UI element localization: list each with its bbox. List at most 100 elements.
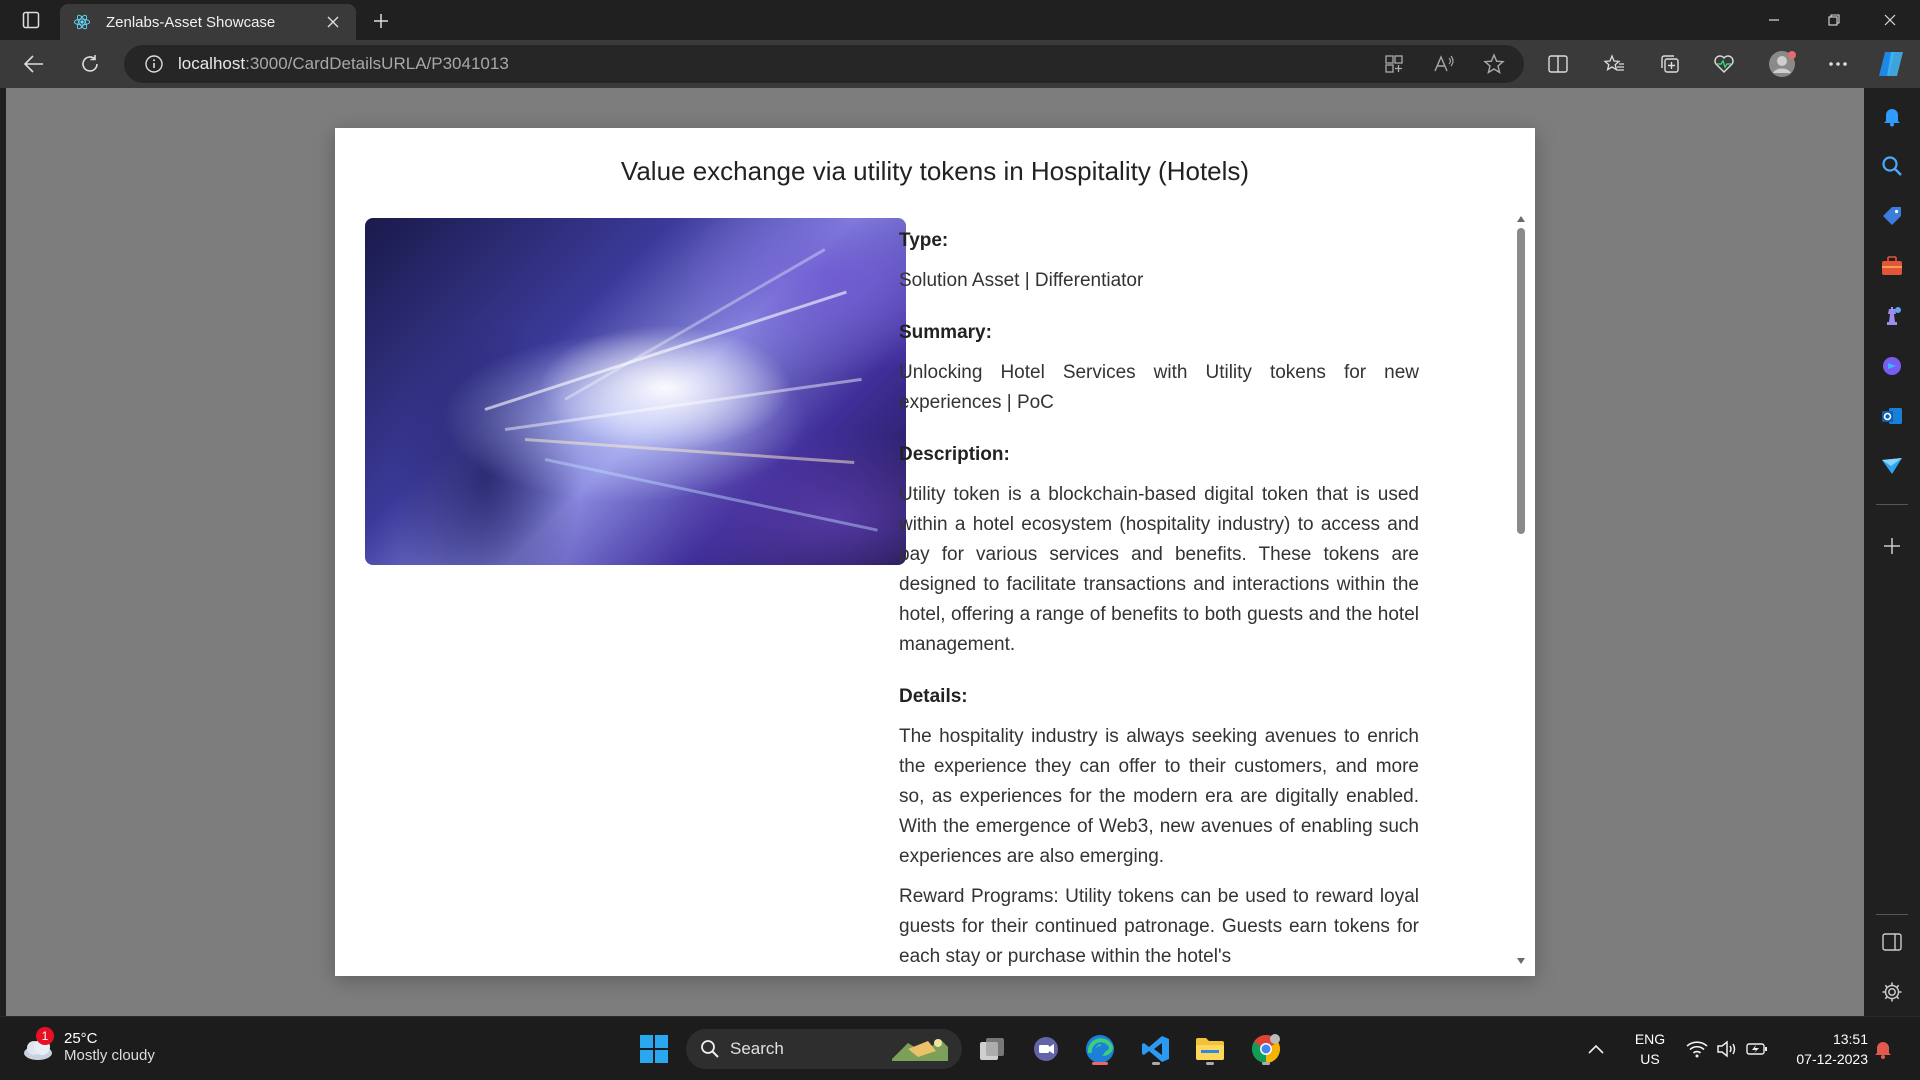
refresh-button[interactable] [72,46,108,82]
favorites-icon [1603,54,1624,71]
sidebar-divider [1876,504,1908,505]
weather-condition: Mostly cloudy [64,1047,155,1064]
notification-bell-icon[interactable] [1874,1017,1892,1080]
tab-actions-button[interactable] [14,8,48,32]
task-view-button[interactable] [972,1029,1012,1069]
chrome-taskbar-button[interactable] [1246,1029,1286,1069]
close-window-button[interactable] [1862,0,1918,40]
wifi-icon[interactable] [1686,1017,1708,1080]
battery-icon[interactable] [1746,1017,1768,1080]
hide-sidebar-button[interactable] [1874,924,1910,960]
chevron-up-icon [1588,1044,1604,1054]
browser-toolbar: localhost:3000/CardDetailsURLA/P3041013 [0,40,1920,88]
favorite-star-icon[interactable] [1480,51,1508,77]
weather-temperature: 25°C [64,1030,98,1047]
task-view-icon [980,1038,1004,1060]
refresh-icon [82,55,98,72]
edge-sidebar [1864,88,1920,1016]
copilot-designer-icon[interactable] [1874,348,1910,384]
avatar-icon [1769,51,1796,77]
close-tab-icon[interactable] [322,11,344,33]
folder-icon [1196,1038,1224,1060]
teams-chat-button[interactable] [1026,1029,1066,1069]
site-info-icon[interactable] [144,54,164,74]
send-drop-icon[interactable] [1874,448,1910,484]
close-window-icon [1884,14,1896,26]
tools-briefcase-icon[interactable] [1874,248,1910,284]
notifications-bell-icon[interactable] [1874,98,1910,134]
weather-icon: 1 [20,1027,56,1065]
address-bar[interactable]: localhost:3000/CardDetailsURLA/P3041013 [124,45,1524,83]
vscode-icon [1142,1036,1169,1062]
description-label: Description: [899,444,1010,465]
read-aloud-icon[interactable] [1430,51,1458,77]
collections-button[interactable] [1652,46,1688,82]
plus-icon [374,14,388,28]
details-content[interactable]: Type: Solution Asset | Differentiator Su… [899,218,1419,976]
summary-text: Unlocking Hotel Services with Utility to… [899,362,1419,413]
minimize-button[interactable] [1746,0,1802,40]
weather-badge: 1 [36,1027,54,1045]
favorites-button[interactable] [1596,46,1632,82]
url-text: localhost:3000/CardDetailsURLA/P3041013 [178,54,509,73]
vscode-taskbar-button[interactable] [1136,1029,1176,1069]
edge-icon [1086,1035,1114,1063]
collections-icon [1661,55,1679,73]
edge-taskbar-button[interactable] [1080,1029,1120,1069]
search-label: Search [730,1039,784,1058]
hero-image [365,218,906,565]
new-tab-button[interactable] [366,6,396,36]
scroll-thumb[interactable] [1517,228,1525,534]
outlook-icon[interactable] [1874,398,1910,434]
language-indicator[interactable]: ENG US [1628,1029,1672,1069]
profile-button[interactable] [1764,46,1800,82]
back-arrow-icon [24,55,43,73]
language-code: ENG [1634,1031,1666,1047]
shopping-tag-icon[interactable] [1874,198,1910,234]
clock-time: 13:51 [1832,1031,1868,1047]
sidebar-panel-icon [1882,933,1902,951]
summary-label: Summary: [899,322,992,343]
back-button[interactable] [16,46,52,82]
app-available-icon[interactable] [1380,51,1408,77]
sidebar-settings-button[interactable] [1874,974,1910,1010]
copilot-button[interactable] [1874,46,1910,82]
description-text: Utility token is a blockchain-based digi… [899,484,1419,655]
plus-icon [1884,538,1900,554]
split-screen-button[interactable] [1540,46,1576,82]
sidebar-divider [1876,914,1908,915]
taskbar-search[interactable]: Search [686,1029,962,1069]
windows-logo-icon [640,1035,668,1063]
region-code: US [1640,1051,1660,1067]
weather-widget[interactable]: 1 25°C Mostly cloudy [20,1027,155,1065]
card-details-modal: Value exchange via utility tokens in Hos… [335,128,1535,976]
content-scrollbar[interactable] [1515,214,1527,966]
search-highlight-icon [892,1039,948,1061]
games-chess-icon[interactable] [1874,298,1910,334]
restore-button[interactable] [1806,0,1862,40]
minimize-icon [1769,19,1779,21]
copilot-icon [1879,52,1903,76]
scroll-down-arrow-icon[interactable] [1515,956,1527,966]
details-paragraph-1: The hospitality industry is always seeki… [899,726,1419,867]
add-sidebar-app-button[interactable] [1874,528,1910,564]
volume-icon[interactable] [1716,1017,1738,1080]
heart-pulse-icon [1714,55,1734,73]
start-button[interactable] [634,1029,674,1069]
windows-taskbar: 1 25°C Mostly cloudy Search ENG US 13:51… [0,1016,1920,1080]
file-explorer-taskbar-button[interactable] [1190,1029,1230,1069]
clock[interactable]: 13:51 07-12-2023 [1774,1029,1868,1069]
browser-tab[interactable]: Zenlabs-Asset Showcase [60,4,356,40]
search-icon[interactable] [1874,148,1910,184]
details-label: Details: [899,686,968,707]
type-label: Type: [899,230,949,251]
details-paragraph-2: Reward Programs: Utility tokens can be u… [899,886,1419,967]
clock-date: 07-12-2023 [1796,1051,1868,1067]
modal-title: Value exchange via utility tokens in Hos… [620,156,1250,186]
chrome-icon [1252,1034,1280,1063]
more-menu-button[interactable] [1820,46,1856,82]
show-hidden-icons-button[interactable] [1588,1017,1604,1080]
browser-essentials-button[interactable] [1706,46,1742,82]
scroll-up-arrow-icon[interactable] [1515,214,1527,224]
more-dots-icon [1829,62,1847,66]
